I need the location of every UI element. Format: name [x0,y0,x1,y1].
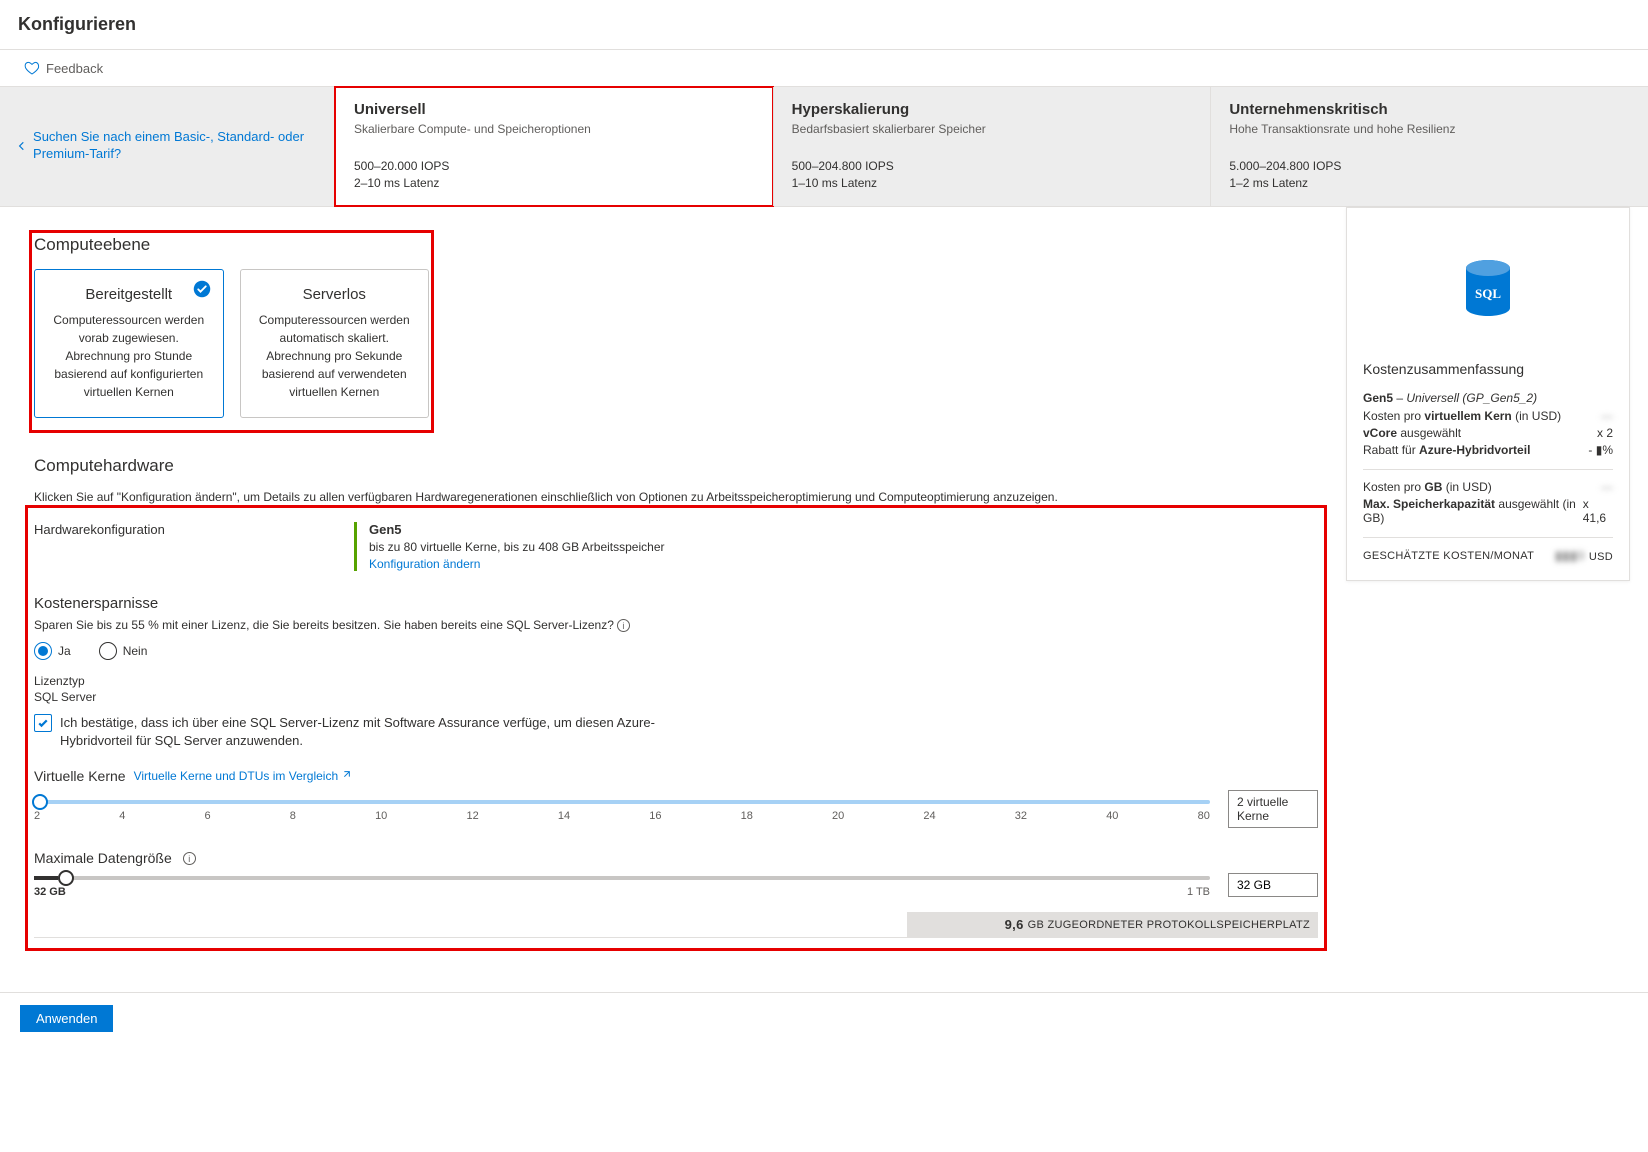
tier-unternehmenskritisch[interactable]: Unternehmenskritisch Hohe Transaktionsra… [1210,87,1648,206]
tier-title: Hyperskalierung [792,101,1193,118]
cost-vcore-selected: vCore ausgewählt x 2 [1363,426,1613,440]
info-icon[interactable]: i [617,619,630,632]
apply-button[interactable]: Anwenden [20,1005,113,1032]
tier-spec-iops: 500–20.000 IOPS [354,158,755,175]
compute-hw-desc: Klicken Sie auf "Konfiguration ändern", … [34,490,1318,504]
log-allocation-bar: 9,6 GB ZUGEORDNETER PROTOKOLLSPEICHERPLA… [34,912,1318,938]
feedback-label: Feedback [46,61,103,76]
compute-card-line2: Abrechnung pro Stunde basierend auf konf… [47,347,211,401]
page-header: Konfigurieren [0,0,1648,50]
radio-ja[interactable]: Ja [34,642,71,660]
vcores-heading: Virtuelle Kerne [34,768,126,784]
cost-hybrid-discount: Rabatt für Azure-Hybridvorteil - ▮% [1363,443,1613,457]
radio-ja-label: Ja [58,644,71,658]
savings-heading: Kostenersparnisse [34,595,1318,612]
compute-card-line1: Computeressourcen werden vorab zugewiese… [47,311,211,347]
tier-subtitle: Bedarfsbasiert skalierbarer Speicher [792,122,1193,136]
tier-title: Universell [354,101,755,118]
selected-check-icon [193,280,211,298]
tier-spec-iops: 5.000–204.800 IOPS [1229,158,1630,175]
hw-spec: bis zu 80 virtuelle Kerne, bis zu 408 GB… [369,540,665,554]
check-icon [37,717,49,729]
hw-name: Gen5 [369,522,665,537]
cost-summary-panel: SQL Kostenzusammenfassung Gen5 – Univers… [1346,207,1630,581]
vcores-compare-link[interactable]: Virtuelle Kerne und DTUs im Vergleich [134,769,352,783]
datasize-heading: Maximale Datengröße [34,850,172,866]
cost-heading: Kostenzusammenfassung [1363,361,1613,377]
external-link-icon [341,770,351,780]
tier-selector: Suchen Sie nach einem Basic-, Standard- … [0,86,1648,207]
chevron-left-icon [16,139,27,153]
tier-spec-latency: 1–2 ms Latenz [1229,175,1630,192]
compute-card-serverlos[interactable]: Serverlos Computeressourcen werden autom… [240,269,430,418]
sql-database-icon: SQL [1461,258,1515,318]
cost-total: GESCHÄTZTE KOSTEN/MONAT ▮▮▮9USD [1363,548,1613,564]
change-config-link[interactable]: Konfiguration ändern [369,557,665,571]
tier-universell[interactable]: Universell Skalierbare Compute- und Spei… [335,87,773,206]
tier-subtitle: Hohe Transaktionsrate und hohe Resilienz [1229,122,1630,136]
compute-hw-heading: Computehardware [34,456,1318,476]
datasize-slider-thumb[interactable] [58,870,74,886]
license-type-label: Lizenztyp [34,674,1318,688]
cost-sku: Gen5 – Universell (GP_Gen5_2) [1363,391,1613,405]
datasize-value-input[interactable] [1228,873,1318,897]
datasize-ticks: 32 GB 1 TB [34,886,1210,898]
cost-per-core: Kosten pro virtuellem Kern (in USD) — [1363,409,1613,423]
radio-nein[interactable]: Nein [99,642,148,660]
page-title: Konfigurieren [18,14,1630,35]
svg-text:SQL: SQL [1475,286,1501,301]
vcores-ticks: 246810121416182024324080 [34,810,1210,822]
vcores-value: 2 virtuelle Kerne [1228,790,1318,828]
tier-subtitle: Skalierbare Compute- und Speicheroptione… [354,122,755,136]
vcores-slider-thumb[interactable] [32,794,48,810]
info-icon[interactable]: i [183,852,196,865]
tier-hyperskalierung[interactable]: Hyperskalierung Bedarfsbasiert skalierba… [773,87,1211,206]
tier-title: Unternehmenskritisch [1229,101,1630,118]
compute-card-title: Bereitgestellt [47,286,211,303]
license-type-value: SQL Server [34,690,1318,704]
back-link-text: Suchen Sie nach einem Basic-, Standard- … [33,129,319,163]
back-link-cell[interactable]: Suchen Sie nach einem Basic-, Standard- … [0,87,335,206]
confirm-text: Ich bestätige, dass ich über eine SQL Se… [60,714,680,750]
tier-spec-iops: 500–204.800 IOPS [792,158,1193,175]
compute-tier-heading: Computeebene [34,235,429,255]
heart-icon [24,60,40,76]
hw-config-label: Hardwarekonfiguration [34,522,314,571]
tier-spec-latency: 1–10 ms Latenz [792,175,1193,192]
cost-max-storage: Max. Speicherkapazität ausgewählt (in GB… [1363,497,1613,525]
cost-per-gb: Kosten pro GB (in USD) — [1363,480,1613,494]
compute-card-line1: Computeressourcen werden automatisch ska… [253,311,417,347]
feedback-link[interactable]: Feedback [0,50,1648,86]
tier-spec-latency: 2–10 ms Latenz [354,175,755,192]
vcores-slider-track[interactable] [34,800,1210,804]
radio-nein-label: Nein [123,644,148,658]
compute-card-title: Serverlos [253,286,417,303]
datasize-slider-track[interactable] [34,876,1210,880]
compute-card-line2: Abrechnung pro Sekunde basierend auf ver… [253,347,417,401]
confirm-checkbox[interactable] [34,714,52,732]
compute-card-bereitgestellt[interactable]: Bereitgestellt Computeressourcen werden … [34,269,224,418]
savings-desc: Sparen Sie bis zu 55 % mit einer Lizenz,… [34,618,1318,632]
